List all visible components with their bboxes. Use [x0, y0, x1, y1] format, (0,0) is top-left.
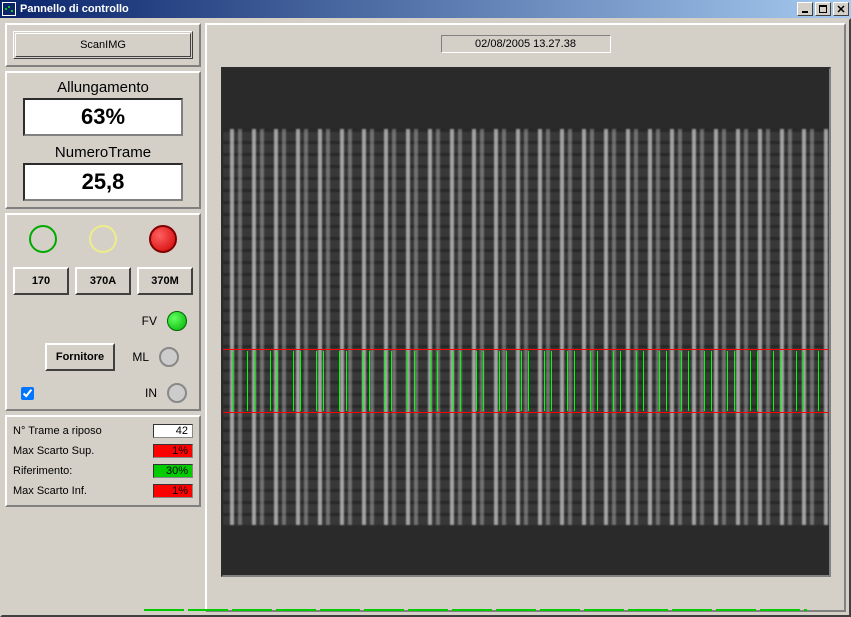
camera-image [221, 67, 831, 577]
indicator-light-yellow [89, 225, 117, 253]
progress-indicator [144, 609, 807, 611]
max-scarto-inf-label: Max Scarto Inf. [13, 485, 87, 497]
controls-panel: 170 370A 370M FV Fornitore ML IN [5, 213, 201, 411]
settings-table: N° Trame a riposo 42 Max Scarto Sup. 1% … [5, 415, 201, 507]
timestamp: 02/08/2005 13.27.38 [441, 35, 611, 53]
scan-panel: ScanIMG [5, 23, 201, 67]
table-row: Max Scarto Sup. 1% [13, 441, 193, 461]
riferimento-value[interactable]: 30% [153, 464, 193, 478]
allungamento-label: Allungamento [13, 79, 193, 96]
trame-riposo-value[interactable]: 42 [153, 424, 193, 438]
ml-light [159, 347, 179, 367]
trame-riposo-label: N° Trame a riposo [13, 425, 102, 437]
indicator-light-red [149, 225, 177, 253]
max-scarto-sup-label: Max Scarto Sup. [13, 445, 94, 457]
table-row: N° Trame a riposo 42 [13, 421, 193, 441]
table-row: Riferimento: 30% [13, 461, 193, 481]
in-light [167, 383, 187, 403]
fv-light [167, 311, 187, 331]
close-button[interactable] [833, 2, 849, 16]
in-label: IN [133, 386, 157, 400]
button-170[interactable]: 170 [13, 267, 69, 295]
allungamento-value: 63% [23, 98, 183, 136]
minimize-button[interactable] [797, 2, 813, 16]
scan-button[interactable]: ScanIMG [13, 31, 193, 59]
button-370a[interactable]: 370A [75, 267, 131, 295]
table-row: Max Scarto Inf. 1% [13, 481, 193, 501]
max-scarto-sup-value[interactable]: 1% [153, 444, 193, 458]
statusbar [4, 609, 847, 615]
button-370m[interactable]: 370M [137, 267, 193, 295]
fornitore-button[interactable]: Fornitore [45, 343, 115, 371]
titlebar: Pannello di controllo [0, 0, 851, 18]
app-icon [2, 2, 16, 16]
image-panel: 02/08/2005 13.27.38 [205, 23, 846, 612]
max-scarto-inf-value[interactable]: 1% [153, 484, 193, 498]
enable-checkbox[interactable] [21, 387, 34, 400]
indicator-light-green [29, 225, 57, 253]
scan-overlay [223, 349, 829, 413]
riferimento-label: Riferimento: [13, 465, 72, 477]
numerotrame-value: 25,8 [23, 163, 183, 201]
metrics-panel: Allungamento 63% NumeroTrame 25,8 [5, 71, 201, 209]
maximize-button[interactable] [815, 2, 831, 16]
numerotrame-label: NumeroTrame [13, 144, 193, 161]
ml-label: ML [125, 350, 149, 364]
window-title: Pannello di controllo [20, 3, 797, 15]
fv-label: FV [133, 314, 157, 328]
